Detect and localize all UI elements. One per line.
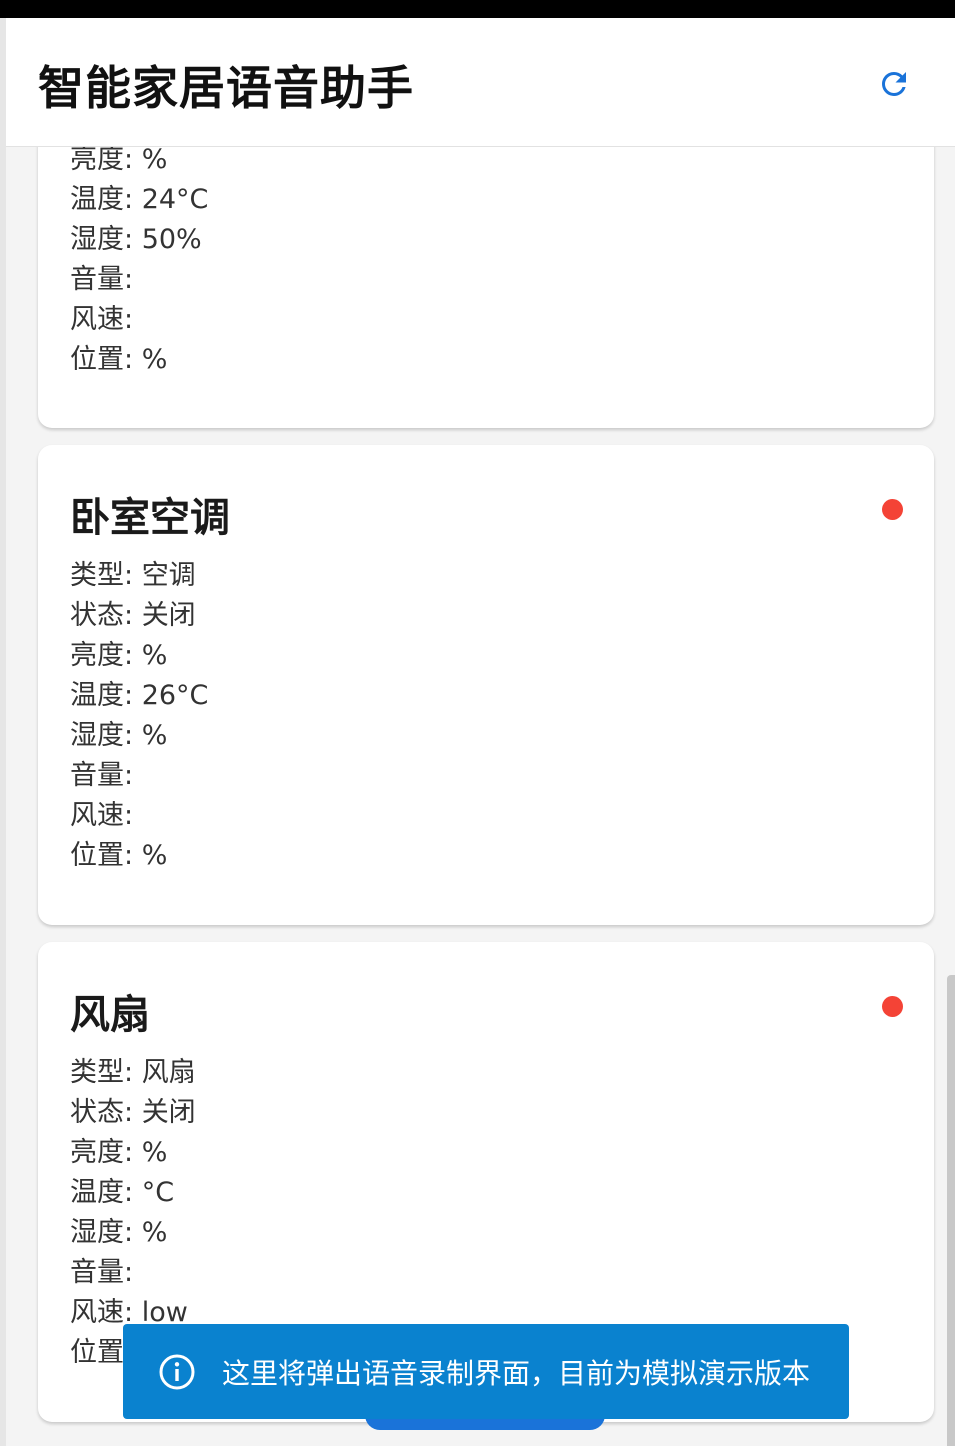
app-bar: 智能家居语音助手 <box>6 18 955 147</box>
attr-state: 状态: 关闭 <box>70 600 196 631</box>
attr-volume: 音量: <box>70 1257 134 1288</box>
device-name: 风扇 <box>70 992 150 1038</box>
attr-state: 状态: 关闭 <box>70 1097 196 1128</box>
attr-brightness: 亮度: % <box>70 1137 168 1168</box>
attr-temperature: 温度: 26°C <box>70 680 209 711</box>
attr-type: 类型: 空调 <box>70 560 196 591</box>
refresh-button[interactable] <box>870 62 918 106</box>
attr-volume: 音量: <box>70 760 134 791</box>
attr-humidity: 湿度: % <box>70 720 168 751</box>
attr-volume: 音量: <box>70 264 134 295</box>
device-attributes: 亮度: % 温度: 24°C 湿度: 50% 音量: 风速: 位置: % <box>70 147 208 380</box>
attr-brightness: 亮度: % <box>70 147 168 175</box>
attr-position: 位置: % <box>70 344 168 375</box>
device-attributes: 类型: 空调 状态: 关闭 亮度: % 温度: 26°C 湿度: % 音量: 风… <box>70 556 208 876</box>
refresh-icon <box>882 72 906 96</box>
attr-temperature: 温度: °C <box>70 1177 175 1208</box>
status-indicator <box>882 996 903 1017</box>
status-indicator <box>882 499 903 520</box>
attr-position: 位置: % <box>70 840 168 871</box>
system-status-bar <box>0 0 955 18</box>
attr-fan-speed: 风速: <box>70 304 134 335</box>
page-title: 智能家居语音助手 <box>38 61 414 115</box>
device-name: 卧室空调 <box>70 495 230 541</box>
info-icon <box>157 1352 197 1392</box>
attr-brightness: 亮度: % <box>70 640 168 671</box>
attr-humidity: 湿度: % <box>70 1217 168 1248</box>
attr-type: 类型: 风扇 <box>70 1057 196 1088</box>
scrollbar[interactable] <box>947 975 955 1446</box>
attr-fan-speed: 风速: <box>70 800 134 831</box>
device-card[interactable]: 亮度: % 温度: 24°C 湿度: 50% 音量: 风速: 位置: % <box>38 147 934 428</box>
device-list[interactable]: 亮度: % 温度: 24°C 湿度: 50% 音量: 风速: 位置: % 卧室空… <box>6 147 955 1446</box>
snackbar: 这里将弹出语音录制界面，目前为模拟演示版本 <box>123 1324 849 1419</box>
attr-temperature: 温度: 24°C <box>70 184 209 215</box>
device-card[interactable]: 卧室空调 类型: 空调 状态: 关闭 亮度: % 温度: 26°C 湿度: % … <box>38 445 934 925</box>
snackbar-message: 这里将弹出语音录制界面，目前为模拟演示版本 <box>222 1356 811 1390</box>
attr-humidity: 湿度: 50% <box>70 224 202 255</box>
